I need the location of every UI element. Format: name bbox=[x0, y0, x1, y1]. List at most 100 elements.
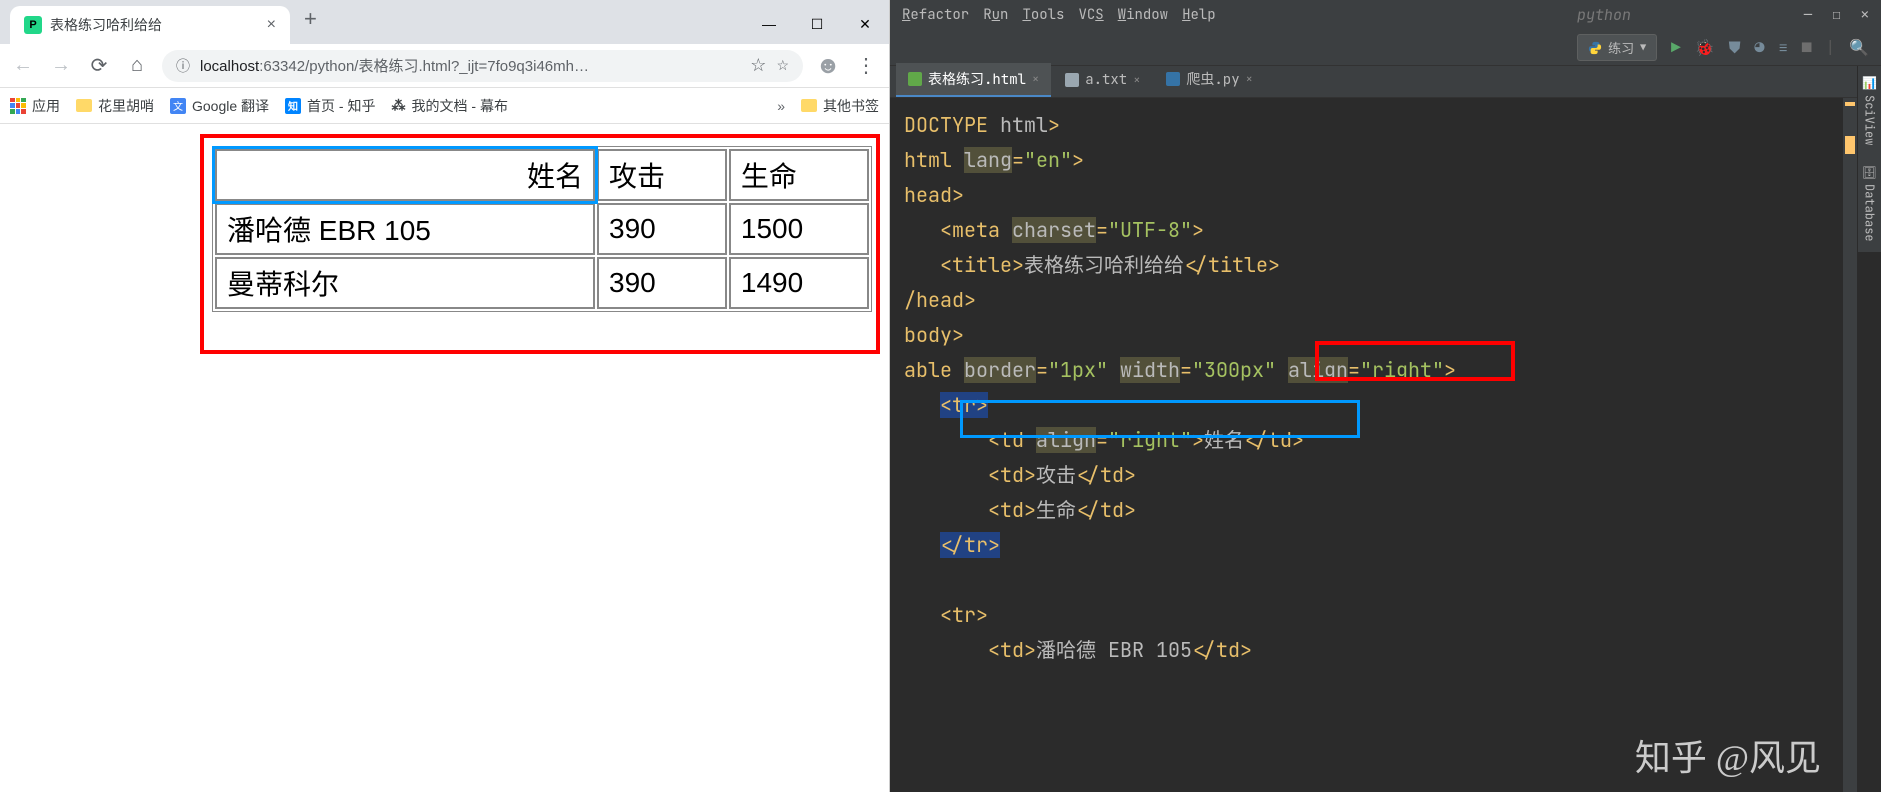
tab-close-icon[interactable]: × bbox=[1133, 72, 1140, 88]
annotation-red-box: 姓名 攻击 生命 潘哈德 EBR 105 390 1500 曼蒂科尔 390 1… bbox=[200, 134, 880, 354]
translate-icon: 文 bbox=[170, 98, 186, 114]
maximize-button[interactable]: ☐ bbox=[793, 4, 841, 44]
bookmarks-overflow-icon[interactable]: » bbox=[777, 98, 785, 114]
coverage-button[interactable]: ⛊ bbox=[1729, 37, 1741, 58]
code-line: <title>表格练习哈利给给</title> bbox=[904, 248, 1867, 283]
menu-refactor[interactable]: Refactor bbox=[902, 6, 969, 24]
browser-window: P 表格练习哈利给给 × + — ☐ ✕ ← → ⟳ ⌂ ⓘ localhost… bbox=[0, 0, 890, 792]
editor-tabs: 表格练习.html × a.txt × 爬虫.py × bbox=[890, 66, 1881, 98]
text-file-icon bbox=[1065, 73, 1079, 87]
code-line: <meta charset="UTF-8"> bbox=[904, 213, 1867, 248]
database-tool[interactable]: 🗄Database bbox=[1858, 155, 1881, 252]
code-editor[interactable]: DOCTYPE html> html lang="en"> head> <met… bbox=[890, 98, 1881, 792]
table-row: 姓名 攻击 生命 bbox=[215, 149, 869, 201]
menu-tools[interactable]: Tools bbox=[1022, 6, 1064, 24]
profile-button[interactable]: ◕ bbox=[1755, 37, 1765, 58]
browser-tab[interactable]: P 表格练习哈利给给 × bbox=[10, 6, 290, 44]
ide-side-toolbar: 📊SciView 🗄Database bbox=[1857, 66, 1881, 252]
ide-toolbar: 练习 ▼ ▶ 🐞 ⛊ ◕ ≡ ■ | 🔍 bbox=[890, 30, 1881, 66]
header-name-cell: 姓名 bbox=[215, 149, 595, 201]
code-line: /head> bbox=[904, 283, 1867, 318]
annotation-blue-box-ide bbox=[960, 400, 1360, 438]
python-file-icon bbox=[1166, 72, 1180, 86]
bookmark-item[interactable]: ⁂我的文档 - 幕布 bbox=[392, 96, 508, 116]
code-line: </tr> bbox=[904, 528, 1867, 563]
menu-icon[interactable]: ⋮ bbox=[853, 53, 879, 78]
run-config-selector[interactable]: 练习 ▼ bbox=[1577, 34, 1657, 61]
code-line: <tr> bbox=[904, 598, 1867, 633]
search-button[interactable]: 🔍 bbox=[1849, 37, 1869, 58]
bookmarks-bar: 应用 花里胡哨 文Google 翻译 知首页 - 知乎 ⁂我的文档 - 幕布 »… bbox=[0, 88, 889, 124]
ide-maximize-button[interactable]: ☐ bbox=[1832, 6, 1840, 24]
tab-close-icon[interactable]: × bbox=[1032, 71, 1039, 87]
apps-label: 应用 bbox=[32, 96, 60, 116]
forward-button[interactable]: → bbox=[48, 54, 74, 77]
watermark: 知乎 @风见 bbox=[1635, 741, 1821, 776]
url-text: localhost:63342/python/表格练习.html?_ijt=7f… bbox=[200, 55, 740, 76]
editor-tab[interactable]: a.txt × bbox=[1053, 65, 1152, 97]
editor-tab[interactable]: 表格练习.html × bbox=[896, 63, 1051, 97]
profile-icon[interactable]: ☻ bbox=[815, 52, 841, 80]
apps-button[interactable]: 应用 bbox=[10, 96, 60, 116]
editor-stripe bbox=[1843, 98, 1857, 792]
code-line: <td>攻击</td> bbox=[904, 458, 1867, 493]
project-name: python bbox=[1577, 5, 1631, 25]
menu-window[interactable]: Window bbox=[1118, 6, 1168, 24]
editor-tab[interactable]: 爬虫.py × bbox=[1154, 63, 1264, 97]
tab-title: 表格练习哈利给给 bbox=[50, 15, 259, 35]
python-icon bbox=[1588, 41, 1602, 55]
bookmark-item[interactable]: 知首页 - 知乎 bbox=[285, 96, 375, 116]
sciview-tool[interactable]: 📊SciView bbox=[1858, 66, 1881, 155]
stop-button[interactable]: ■ bbox=[1802, 37, 1812, 58]
dropdown-icon: ▼ bbox=[1640, 41, 1646, 54]
debug-button[interactable]: 🐞 bbox=[1695, 37, 1715, 58]
apps-icon bbox=[10, 98, 26, 114]
table-row: 潘哈德 EBR 105 390 1500 bbox=[215, 203, 869, 255]
ide-window: Refactor Run Tools VCS Window Help pytho… bbox=[890, 0, 1881, 792]
tab-close-icon[interactable]: × bbox=[1246, 71, 1253, 87]
back-button[interactable]: ← bbox=[10, 54, 36, 77]
browser-titlebar: P 表格练习哈利给给 × + — ☐ ✕ bbox=[0, 0, 889, 44]
html-file-icon bbox=[908, 72, 922, 86]
pycharm-favicon-icon: P bbox=[24, 16, 42, 34]
bookmark-item[interactable]: 文Google 翻译 bbox=[170, 96, 269, 116]
menu-run[interactable]: Run bbox=[983, 6, 1008, 24]
other-bookmarks[interactable]: 其他书签 bbox=[801, 96, 879, 116]
ide-minimize-button[interactable]: — bbox=[1804, 6, 1812, 24]
code-line bbox=[904, 563, 1867, 598]
warning-marker[interactable] bbox=[1845, 102, 1855, 106]
code-line: DOCTYPE html> bbox=[904, 108, 1867, 143]
warning-marker[interactable] bbox=[1845, 136, 1855, 154]
folder-icon bbox=[801, 99, 817, 112]
folder-icon bbox=[76, 99, 92, 112]
menu-vcs[interactable]: VCS bbox=[1078, 6, 1103, 24]
zhihu-icon: 知 bbox=[285, 98, 301, 114]
tab-close-icon[interactable]: × bbox=[267, 16, 276, 34]
table-row: 曼蒂科尔 390 1490 bbox=[215, 257, 869, 309]
code-line: <td>生命</td> bbox=[904, 493, 1867, 528]
code-line: html lang="en"> bbox=[904, 143, 1867, 178]
home-button[interactable]: ⌂ bbox=[124, 54, 150, 77]
address-bar[interactable]: ⓘ localhost:63342/python/表格练习.html?_ijt=… bbox=[162, 50, 803, 82]
bookmark-item[interactable]: 花里胡哨 bbox=[76, 96, 154, 116]
info-icon: ⓘ bbox=[176, 56, 190, 76]
header-life-cell: 生命 bbox=[729, 149, 869, 201]
reload-button[interactable]: ⟳ bbox=[86, 53, 112, 78]
minimize-button[interactable]: — bbox=[745, 4, 793, 44]
code-line: head> bbox=[904, 178, 1867, 213]
translate-icon[interactable]: ☆ bbox=[750, 55, 766, 76]
menu-help[interactable]: Help bbox=[1182, 6, 1216, 24]
code-line: <td>潘哈德 EBR 105</td> bbox=[904, 633, 1867, 668]
ide-window-controls: — ☐ ✕ bbox=[1804, 6, 1869, 24]
close-button[interactable]: ✕ bbox=[841, 4, 889, 44]
new-tab-button[interactable]: + bbox=[304, 6, 317, 32]
data-table: 姓名 攻击 生命 潘哈德 EBR 105 390 1500 曼蒂科尔 390 1… bbox=[212, 146, 872, 312]
ide-close-button[interactable]: ✕ bbox=[1861, 6, 1869, 24]
header-attack-cell: 攻击 bbox=[597, 149, 727, 201]
bookmark-star-icon[interactable]: ☆ bbox=[776, 57, 789, 74]
concurrency-button[interactable]: ≡ bbox=[1778, 37, 1788, 58]
window-controls: — ☐ ✕ bbox=[745, 4, 889, 44]
run-button[interactable]: ▶ bbox=[1671, 37, 1681, 58]
browser-toolbar: ← → ⟳ ⌂ ⓘ localhost:63342/python/表格练习.ht… bbox=[0, 44, 889, 88]
ide-menubar: Refactor Run Tools VCS Window Help pytho… bbox=[890, 0, 1881, 30]
